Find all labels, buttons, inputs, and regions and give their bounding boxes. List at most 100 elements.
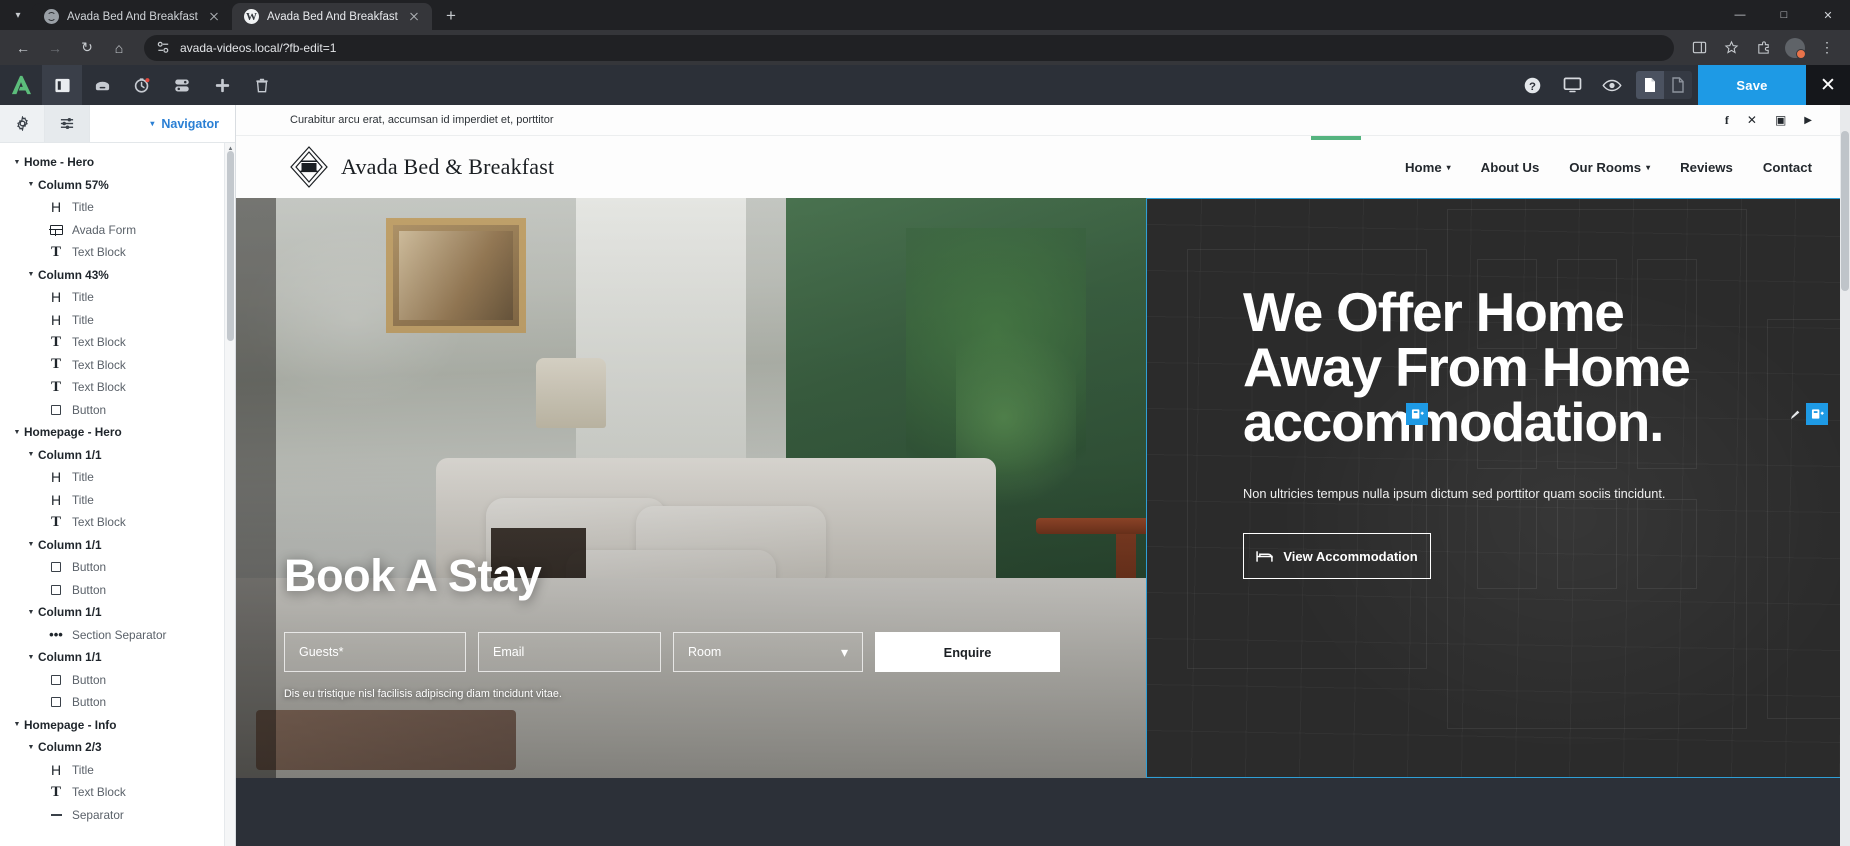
tree-section-row[interactable]: ▼ Homepage - Hero [0,421,235,444]
close-builder-button[interactable]: ✕ [1806,65,1850,105]
browser-tab-2[interactable]: W Avada Bed And Breakfast [232,3,432,30]
caret-down-icon[interactable]: ▼ [10,721,24,728]
room-select[interactable]: Room ▾ [673,632,863,672]
tree-element-row[interactable]: H Title [0,466,235,489]
minimize-button[interactable]: — [1718,0,1762,30]
tree-element-row[interactable]: H Title [0,489,235,512]
close-icon[interactable] [206,9,222,25]
caret-down-icon[interactable]: ▼ [24,271,38,278]
menu-item-reviews[interactable]: Reviews [1680,160,1733,175]
trash-icon[interactable] [242,65,282,105]
sidebar-toggle-icon[interactable] [42,65,82,105]
youtube-icon[interactable]: ▶ [1804,115,1812,126]
email-input[interactable]: Email [478,632,661,672]
tree-column-row[interactable]: ▼ Column 43% [0,264,235,287]
sidebar-scrollbar[interactable]: ▲ [224,143,235,846]
reload-icon[interactable]: ↻ [72,33,102,63]
facebook-icon[interactable]: f [1725,113,1729,128]
tree-element-row[interactable]: Button [0,579,235,602]
tree-column-row[interactable]: ▼ Column 1/1 [0,534,235,557]
tree-element-row[interactable]: Button [0,669,235,692]
settings-gear-icon[interactable] [0,105,45,142]
tree-element-row[interactable]: H Title [0,759,235,782]
tree-column-row[interactable]: ▼ Column 57% [0,174,235,197]
x-twitter-icon[interactable]: ✕ [1747,113,1757,127]
menu-item-contact[interactable]: Contact [1763,160,1812,175]
layers-icon[interactable] [162,65,202,105]
extensions-icon[interactable] [1748,33,1778,63]
back-arrow-icon[interactable]: ← [8,33,38,63]
tree-element-row[interactable]: H Title [0,196,235,219]
brand[interactable]: Avada Bed & Breakfast [290,146,554,188]
tree-column-row[interactable]: ▼ Column 1/1 [0,444,235,467]
library-icon[interactable] [82,65,122,105]
tree-element-row[interactable]: T Text Block [0,781,235,804]
canvas-scrollbar-thumb[interactable] [1841,131,1849,291]
caret-down-icon[interactable]: ▼ [24,744,38,751]
add-element-icon[interactable] [202,65,242,105]
tree-column-row[interactable]: ▼ Column 1/1 [0,601,235,624]
navigator-title-row[interactable]: ▾ Navigator [90,105,235,142]
address-bar[interactable]: avada-videos.local/?fb-edit=1 [144,34,1674,61]
caret-down-icon[interactable]: ▼ [24,609,38,616]
add-column-icon[interactable] [1806,403,1828,425]
bookmark-star-icon[interactable] [1716,33,1746,63]
close-icon[interactable] [406,9,422,25]
tree-section-row[interactable]: ▼ Homepage - Info [0,714,235,737]
tree-element-row[interactable]: Button [0,691,235,714]
responsive-preview-icon[interactable] [1552,65,1592,105]
sliders-icon[interactable] [45,105,90,142]
tree-column-row[interactable]: ▼ Column 2/3 [0,736,235,759]
profile-avatar-icon[interactable] [1780,33,1810,63]
help-icon[interactable]: ? [1512,65,1552,105]
tree-element-row[interactable]: T Text Block [0,511,235,534]
preview-eye-icon[interactable] [1592,65,1632,105]
edit-pencil-icon[interactable] [1784,403,1806,425]
tree-element-row[interactable]: T Text Block [0,241,235,264]
browser-tab-1[interactable]: Avada Bed And Breakfast [32,3,232,30]
instagram-icon[interactable]: ▣ [1775,113,1786,127]
forward-arrow-icon[interactable]: → [40,33,70,63]
tree-element-row[interactable]: T Text Block [0,376,235,399]
tab-search-button[interactable]: ▾ [4,1,32,29]
tree-element-row[interactable]: Button [0,399,235,422]
menu-item-about-us[interactable]: About Us [1481,160,1540,175]
browser-menu-icon[interactable]: ⋮ [1812,33,1842,63]
window-close-button[interactable]: ✕ [1806,0,1850,30]
view-accommodation-button[interactable]: View Accommodation [1243,533,1431,579]
tree-element-row[interactable]: T Text Block [0,331,235,354]
tree-element-row[interactable]: H Title [0,309,235,332]
tree-element-row[interactable]: T Text Block [0,354,235,377]
maximize-button[interactable]: □ [1762,0,1806,30]
tree-column-row[interactable]: ▼ Column 1/1 [0,646,235,669]
caret-down-icon[interactable]: ▼ [24,181,38,188]
menu-item-our-rooms[interactable]: Our Rooms ▾ [1569,160,1650,175]
caret-down-icon[interactable]: ▼ [24,451,38,458]
split-view-icon[interactable] [1684,33,1714,63]
tree-element-row[interactable]: Button [0,556,235,579]
edit-pencil-icon[interactable] [1384,403,1406,425]
tree-section-row[interactable]: ▼ Home - Hero [0,151,235,174]
guests-input[interactable]: Guests* [284,632,466,672]
caret-down-icon[interactable]: ▼ [10,429,24,436]
scrollbar-thumb[interactable] [227,151,234,341]
history-icon[interactable] [122,65,162,105]
template-view-icon[interactable] [1664,71,1692,99]
menu-item-home[interactable]: Home ▾ [1405,160,1451,175]
caret-down-icon[interactable]: ▼ [10,159,24,166]
page-view-icon[interactable] [1636,71,1664,99]
tree-element-row[interactable]: Separator [0,804,235,827]
caret-down-icon[interactable]: ▼ [24,654,38,661]
site-settings-icon[interactable] [156,40,171,55]
home-icon[interactable]: ⌂ [104,33,134,63]
add-column-icon[interactable] [1406,403,1428,425]
tree-element-row[interactable]: H Title [0,286,235,309]
hero-right-column[interactable]: We Offer Home Away From Home accommodati… [1146,198,1850,778]
tree-element-row[interactable]: Avada Form [0,219,235,242]
canvas-scrollbar[interactable] [1840,105,1850,846]
avada-logo-icon[interactable] [0,65,42,105]
caret-down-icon[interactable]: ▼ [24,541,38,548]
tree-element-row[interactable]: ••• Section Separator [0,624,235,647]
enquire-button[interactable]: Enquire [875,632,1060,672]
new-tab-button[interactable]: + [438,3,464,29]
